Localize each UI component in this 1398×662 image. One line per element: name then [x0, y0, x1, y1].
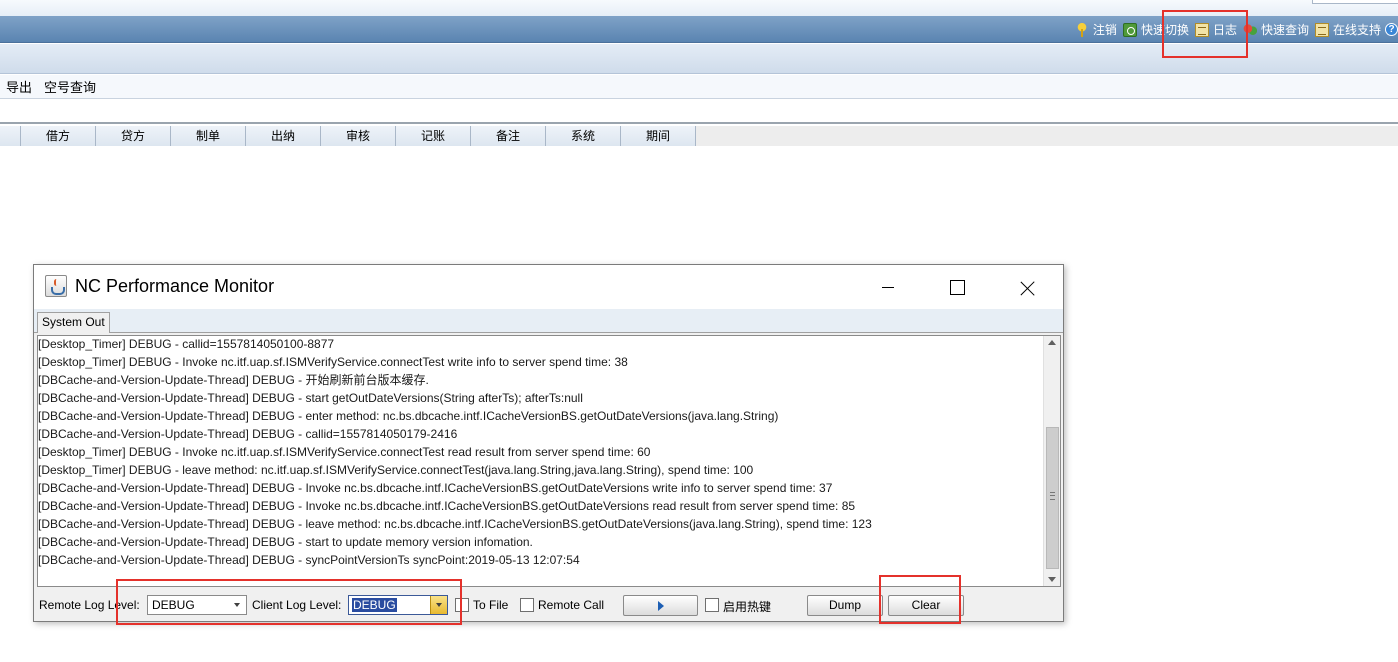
online-support-icon	[1314, 22, 1329, 37]
window-titlebar[interactable]: NC Performance Monitor	[34, 265, 1063, 309]
log-link[interactable]: 日志	[1194, 21, 1237, 38]
col-cashier[interactable]: 出纳	[246, 126, 321, 146]
menu-empty-number-query[interactable]: 空号查询	[38, 77, 102, 96]
log-scrollbar[interactable]	[1043, 336, 1060, 586]
quick-query-icon	[1242, 22, 1257, 37]
menu-export[interactable]: 导出	[0, 77, 38, 96]
log-line: [DBCache-and-Version-Update-Thread] DEBU…	[38, 535, 533, 549]
to-file-label: To File	[473, 598, 509, 612]
log-line: [DBCache-and-Version-Update-Thread] DEBU…	[38, 517, 872, 531]
log-line: [Desktop_Timer] DEBUG - Invoke nc.itf.ua…	[38, 355, 628, 369]
to-file-checkbox[interactable]	[455, 598, 469, 612]
remote-log-level-select[interactable]: DEBUG	[147, 595, 247, 615]
col-system[interactable]: 系统	[546, 126, 621, 146]
log-line: [DBCache-and-Version-Update-Thread] DEBU…	[38, 373, 429, 387]
remote-log-level-label: Remote Log Level:	[39, 598, 140, 612]
client-log-level-label: Client Log Level:	[252, 598, 342, 612]
log-line: [DBCache-and-Version-Update-Thread] DEBU…	[38, 391, 583, 405]
col-preparer[interactable]: 制单	[171, 126, 246, 146]
java-app-icon	[45, 275, 67, 297]
clear-button[interactable]: Clear	[888, 595, 964, 616]
scroll-thumb[interactable]	[1046, 427, 1059, 569]
logout-label: 注销	[1092, 23, 1117, 37]
log-line: [Desktop_Timer] DEBUG - callid=155781405…	[38, 337, 335, 351]
toolbar-band	[0, 44, 1398, 74]
chevron-down-icon	[430, 596, 447, 614]
log-line: [DBCache-and-Version-Update-Thread] DEBU…	[38, 409, 779, 423]
log-line: [Desktop_Timer] DEBUG - Invoke nc.itf.ua…	[38, 445, 651, 459]
scroll-down-icon[interactable]	[1044, 572, 1060, 586]
col-credit[interactable]: 贷方	[96, 126, 171, 146]
quick-query-label: 快速查询	[1260, 23, 1309, 37]
window-title: NC Performance Monitor	[75, 276, 275, 296]
logout-link[interactable]: 注销	[1074, 21, 1117, 38]
table-header: 借方 贷方 制单 出纳 审核 记账 备注 系统 期间	[0, 126, 1398, 146]
chevron-down-icon	[229, 596, 246, 614]
remote-call-checkbox[interactable]	[520, 598, 534, 612]
quick-switch-link[interactable]: 快速切换	[1122, 21, 1189, 38]
top-strip	[0, 0, 1398, 16]
play-icon	[657, 600, 664, 611]
quick-query-link[interactable]: 快速查询	[1242, 21, 1309, 38]
hotkey-checkbox[interactable]	[705, 598, 719, 612]
close-button[interactable]	[1004, 265, 1050, 309]
top-links: 注销 快速切换 日志 快速查询 在线支持 ?	[1069, 16, 1398, 43]
log-line: [DBCache-and-Version-Update-Thread] DEBU…	[38, 553, 580, 567]
hotkey-label: 启用热键	[723, 600, 772, 614]
remote-log-level-value: DEBUG	[152, 598, 195, 612]
control-bar: Remote Log Level: DEBUG Client Log Level…	[34, 590, 1063, 620]
key-icon	[1074, 22, 1089, 37]
minimize-button[interactable]	[866, 265, 912, 309]
tab-system-out[interactable]: System Out	[37, 312, 110, 333]
help-icon[interactable]: ?	[1385, 23, 1398, 36]
online-support-label: 在线支持	[1332, 23, 1381, 37]
col-posting[interactable]: 记账	[396, 126, 471, 146]
table-header-lead	[0, 126, 21, 146]
app-header-bar: 注销 快速切换 日志 快速查询 在线支持 ?	[0, 16, 1398, 43]
log-label: 日志	[1212, 23, 1237, 37]
log-icon	[1194, 22, 1209, 37]
performance-monitor-window: NC Performance Monitor System Out [Deskt…	[33, 264, 1064, 622]
tab-strip: System Out	[34, 309, 1063, 333]
filter-band	[0, 100, 1398, 124]
client-log-level-value: DEBUG	[352, 598, 397, 612]
col-remark[interactable]: 备注	[471, 126, 546, 146]
switch-icon	[1122, 22, 1137, 37]
col-period[interactable]: 期间	[621, 126, 696, 146]
run-button[interactable]	[623, 595, 698, 616]
top-corner-field	[1312, 0, 1398, 4]
log-output[interactable]: [Desktop_Timer] DEBUG - callid=155781405…	[37, 335, 1061, 587]
col-audit[interactable]: 审核	[321, 126, 396, 146]
log-line: [Desktop_Timer] DEBUG - leave method: nc…	[38, 463, 754, 477]
online-support-link[interactable]: 在线支持 ?	[1314, 21, 1398, 38]
col-debit[interactable]: 借方	[21, 126, 96, 146]
remote-call-label: Remote Call	[538, 598, 605, 612]
quick-switch-label: 快速切换	[1140, 23, 1189, 37]
menu-bar: 导出 空号查询	[0, 75, 1398, 99]
log-lines: [Desktop_Timer] DEBUG - callid=155781405…	[38, 336, 1043, 570]
dump-button[interactable]: Dump	[807, 595, 883, 616]
log-line: [DBCache-and-Version-Update-Thread] DEBU…	[38, 481, 833, 495]
log-line: [DBCache-and-Version-Update-Thread] DEBU…	[38, 427, 458, 441]
client-log-level-select[interactable]: DEBUG	[348, 595, 448, 615]
log-line: [DBCache-and-Version-Update-Thread] DEBU…	[38, 499, 856, 513]
maximize-button[interactable]	[934, 265, 980, 309]
scroll-up-icon[interactable]	[1044, 336, 1060, 350]
